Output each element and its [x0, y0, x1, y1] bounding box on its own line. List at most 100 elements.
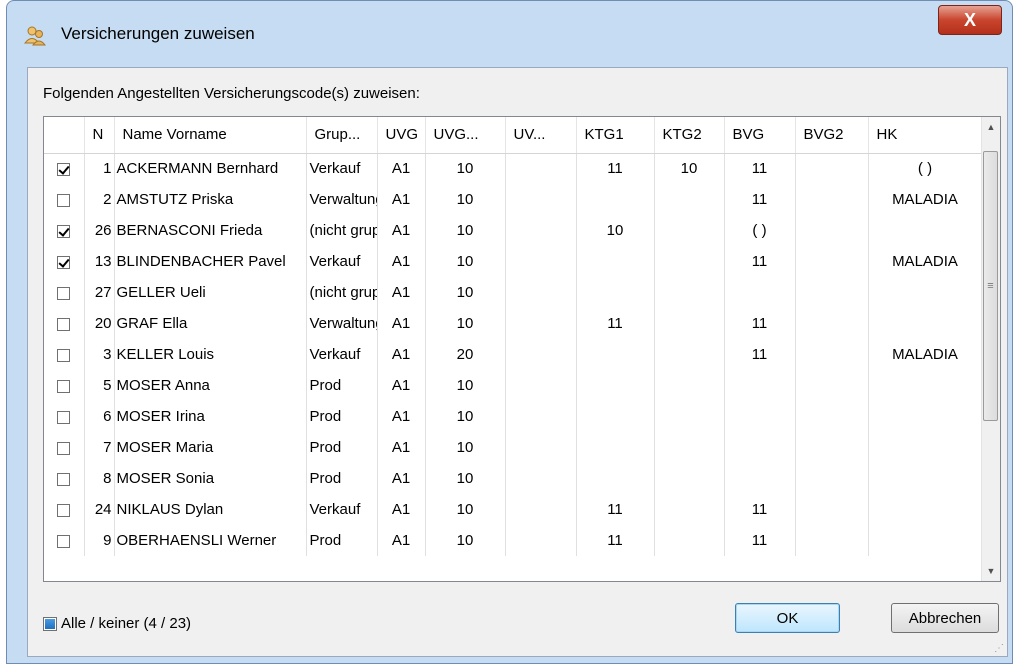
- cell-ktg1: [576, 277, 655, 308]
- column-header-4[interactable]: UVG: [377, 117, 426, 154]
- row-checkbox-cell[interactable]: [44, 370, 85, 401]
- row-checkbox[interactable]: [57, 472, 71, 486]
- chevron-up-icon[interactable]: ▲: [982, 117, 1000, 137]
- table-row[interactable]: 27GELLER Ueli(nicht gruppiert)A110: [44, 277, 983, 308]
- row-checkbox-cell[interactable]: [44, 432, 85, 463]
- cell-uv3: [505, 370, 577, 401]
- row-checkbox[interactable]: [57, 317, 71, 331]
- row-checkbox-cell[interactable]: [44, 525, 85, 556]
- row-checkbox[interactable]: [57, 534, 71, 548]
- cell-uvg2: 10: [425, 277, 506, 308]
- table-row[interactable]: 24 NIKLAUS Dylan Verkauf A1 10 11 11: [44, 494, 983, 525]
- cell-name: AMSTUTZ Priska: [114, 184, 307, 215]
- table-row[interactable]: 2 AMSTUTZ Priska Verwaltung A1 10 11 MALADIA: [44, 184, 983, 215]
- column-header-6[interactable]: UV...: [505, 117, 577, 154]
- cell-bvg: 11: [724, 525, 796, 556]
- table-row[interactable]: 7 MOSER Maria Prod A1 10: [44, 432, 983, 463]
- row-checkbox-cell[interactable]: [44, 153, 85, 184]
- cell-bvg2: [795, 494, 869, 525]
- title-bar[interactable]: Versicherungen zuweisen X: [7, 1, 1012, 63]
- close-button[interactable]: X: [938, 5, 1002, 35]
- row-checkbox-cell[interactable]: [44, 401, 85, 432]
- cell-ktg1: [576, 401, 655, 432]
- row-checkbox[interactable]: [57, 224, 71, 238]
- select-all-checkbox[interactable]: [43, 616, 57, 631]
- cell-uvg: A1: [377, 432, 426, 463]
- cell-uvg2: 10: [425, 525, 506, 556]
- cell-uvg2: 10: [425, 494, 506, 525]
- cell-n: 24: [84, 494, 115, 525]
- row-checkbox-cell[interactable]: [44, 184, 85, 215]
- cell-uv3: [505, 463, 577, 494]
- column-header-9[interactable]: BVG: [724, 117, 796, 154]
- column-header-7[interactable]: KTG1: [576, 117, 655, 154]
- row-checkbox[interactable]: [57, 348, 71, 362]
- employee-grid[interactable]: N Name Vorname Grup... UVG UVG... UV... KTG1 KT…: [43, 116, 1001, 582]
- cell-ktg2: [654, 184, 725, 215]
- row-checkbox[interactable]: [57, 162, 71, 176]
- table-row[interactable]: 26BERNASCONI Frieda(nicht gruppiert)A110…: [44, 215, 983, 246]
- cell-ktg2: [654, 494, 725, 525]
- row-checkbox-cell[interactable]: [44, 277, 85, 308]
- cell-group: Verwaltung: [306, 184, 378, 215]
- row-checkbox[interactable]: [57, 379, 71, 393]
- table-row[interactable]: 3 KELLER Louis Verkauf A1 20 11 MALADIA: [44, 339, 983, 370]
- cell-ktg2: [654, 215, 725, 246]
- row-checkbox[interactable]: [57, 441, 71, 455]
- table-row[interactable]: 20 GRAF Ella Verwaltung A1 10 11 11: [44, 308, 983, 339]
- row-checkbox[interactable]: [57, 503, 71, 517]
- column-header-0[interactable]: [44, 117, 85, 154]
- chevron-down-icon[interactable]: ▼: [982, 561, 1000, 581]
- table-row[interactable]: 6 MOSER Irina Prod A1 10: [44, 401, 983, 432]
- column-header-2[interactable]: Name Vorname: [114, 117, 307, 154]
- row-checkbox-cell[interactable]: [44, 463, 85, 494]
- users-icon: [23, 26, 47, 46]
- row-checkbox[interactable]: [57, 410, 71, 424]
- scrollbar-thumb[interactable]: ≡: [983, 151, 998, 421]
- cell-bvg: 11: [724, 339, 796, 370]
- vertical-scrollbar[interactable]: ▲ ≡ ▼: [981, 117, 1000, 581]
- row-checkbox-cell[interactable]: [44, 308, 85, 339]
- cell-uv3: [505, 401, 577, 432]
- table-row[interactable]: 13 BLINDENBACHER Pavel Verkauf A1 10 11 MALADI…: [44, 246, 983, 277]
- cell-group: (nicht gruppiert): [306, 277, 378, 308]
- cell-n: 8: [84, 463, 115, 494]
- column-header-1[interactable]: N: [84, 117, 115, 154]
- cell-group: Prod: [306, 463, 378, 494]
- column-header-3[interactable]: Grup...: [306, 117, 378, 154]
- row-checkbox[interactable]: [57, 193, 71, 207]
- cell-bvg: 11: [724, 494, 796, 525]
- cell-ktg2: [654, 370, 725, 401]
- select-all-toggle[interactable]: Alle / keiner (4 / 23): [43, 615, 191, 632]
- column-header-8[interactable]: KTG2: [654, 117, 725, 154]
- column-header-5[interactable]: UVG...: [425, 117, 506, 154]
- cancel-button[interactable]: Abbrechen: [891, 603, 999, 633]
- cell-hk: [868, 308, 983, 339]
- cell-ktg1: [576, 184, 655, 215]
- cell-bvg: 11: [724, 246, 796, 277]
- cell-name: NIKLAUS Dylan: [114, 494, 307, 525]
- table-row[interactable]: 1 ACKERMANN Bernhard Verkauf A1 10 11 10 11( ): [44, 153, 983, 184]
- row-checkbox-cell[interactable]: [44, 339, 85, 370]
- row-checkbox[interactable]: [57, 286, 71, 300]
- row-checkbox-cell[interactable]: [44, 494, 85, 525]
- cell-bvg: [724, 432, 796, 463]
- cell-ktg2: [654, 525, 725, 556]
- cell-bvg: [724, 401, 796, 432]
- cell-n: 9: [84, 525, 115, 556]
- row-checkbox-cell[interactable]: [44, 215, 85, 246]
- cell-bvg: 11: [724, 184, 796, 215]
- cell-ktg2: [654, 432, 725, 463]
- cell-uv3: [505, 494, 577, 525]
- ok-button[interactable]: OK: [735, 603, 840, 633]
- table-row[interactable]: 5 MOSER Anna Prod A1 10: [44, 370, 983, 401]
- table-row[interactable]: 8 MOSER Sonia Prod A1 10: [44, 463, 983, 494]
- cell-name: MOSER Sonia: [114, 463, 307, 494]
- column-header-10[interactable]: BVG2: [795, 117, 869, 154]
- column-header-11[interactable]: HK: [868, 117, 983, 154]
- resize-grip-icon[interactable]: ⋰: [994, 643, 1004, 654]
- cell-uvg2: 10: [425, 184, 506, 215]
- table-row[interactable]: 9 OBERHAENSLI Werner Prod A1 10 11 11: [44, 525, 983, 556]
- row-checkbox-cell[interactable]: [44, 246, 85, 277]
- row-checkbox[interactable]: [57, 255, 71, 269]
